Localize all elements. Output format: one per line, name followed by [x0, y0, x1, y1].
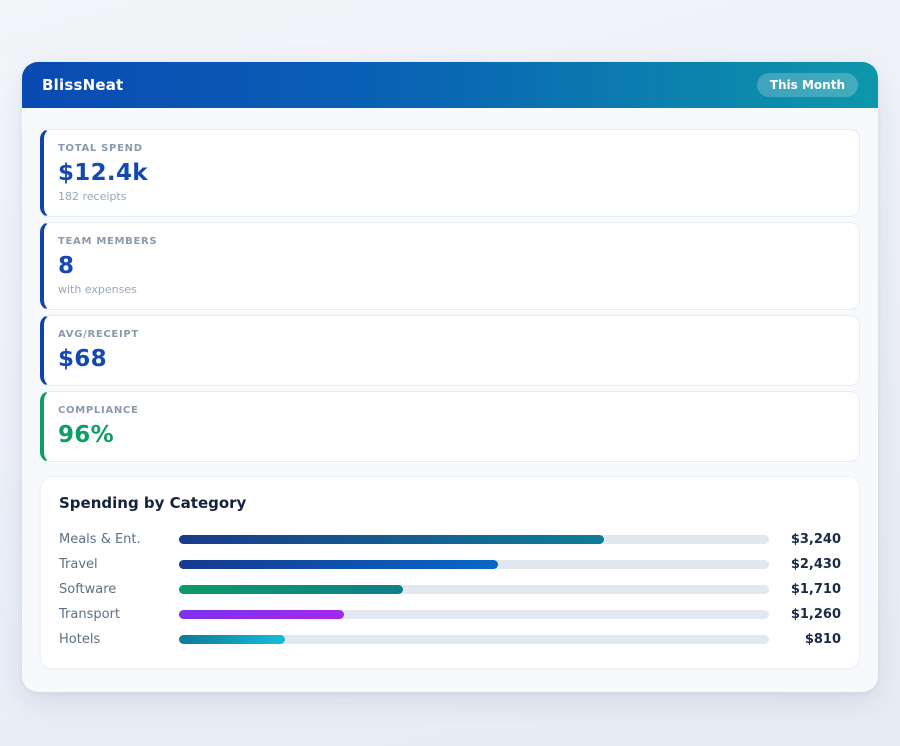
stat-value: $68 [58, 346, 843, 372]
dashboard-card: BlissNeat This Month TOTAL SPEND $12.4k … [22, 62, 878, 692]
period-badge[interactable]: This Month [757, 73, 858, 97]
dashboard-content: TOTAL SPEND $12.4k 182 receipts TEAM MEM… [22, 108, 878, 692]
stat-card-total-spend: TOTAL SPEND $12.4k 182 receipts [40, 129, 860, 217]
category-value: $2,430 [777, 557, 841, 572]
stat-card-compliance: COMPLIANCE 96% [40, 391, 860, 462]
stat-value: $12.4k [58, 160, 843, 186]
app-header: BlissNeat This Month [22, 62, 878, 108]
chart-row-meals: Meals & Ent. $3,240 [59, 527, 841, 552]
category-value: $3,240 [777, 532, 841, 547]
bar-fill-meals [179, 535, 604, 544]
bar-fill-travel [179, 560, 498, 569]
stat-label: COMPLIANCE [58, 405, 843, 416]
bar-track [179, 635, 769, 644]
bar-track [179, 610, 769, 619]
category-value: $1,260 [777, 607, 841, 622]
stat-label: TEAM MEMBERS [58, 236, 843, 247]
bar-track [179, 560, 769, 569]
app-title: BlissNeat [42, 76, 123, 94]
category-value: $810 [777, 632, 841, 647]
spending-by-category-chart: Spending by Category Meals & Ent. $3,240… [40, 476, 860, 669]
stat-card-avg-receipt: AVG/RECEIPT $68 [40, 315, 860, 386]
stat-card-team-members: TEAM MEMBERS 8 with expenses [40, 222, 860, 310]
chart-row-travel: Travel $2,430 [59, 552, 841, 577]
stat-subtext: with expenses [58, 283, 843, 296]
category-label: Software [59, 582, 171, 597]
stat-value: 96% [58, 422, 843, 448]
stat-subtext: 182 receipts [58, 190, 843, 203]
category-label: Travel [59, 557, 171, 572]
category-value: $1,710 [777, 582, 841, 597]
stat-label: AVG/RECEIPT [58, 329, 843, 340]
bar-fill-transport [179, 610, 344, 619]
stat-value: 8 [58, 253, 843, 279]
chart-row-transport: Transport $1,260 [59, 602, 841, 627]
stat-label: TOTAL SPEND [58, 143, 843, 154]
bar-fill-hotels [179, 635, 285, 644]
chart-row-hotels: Hotels $810 [59, 627, 841, 652]
bar-track [179, 535, 769, 544]
bar-fill-software [179, 585, 403, 594]
chart-row-software: Software $1,710 [59, 577, 841, 602]
category-label: Meals & Ent. [59, 532, 171, 547]
bar-track [179, 585, 769, 594]
chart-title: Spending by Category [59, 494, 841, 512]
category-label: Transport [59, 607, 171, 622]
category-label: Hotels [59, 632, 171, 647]
